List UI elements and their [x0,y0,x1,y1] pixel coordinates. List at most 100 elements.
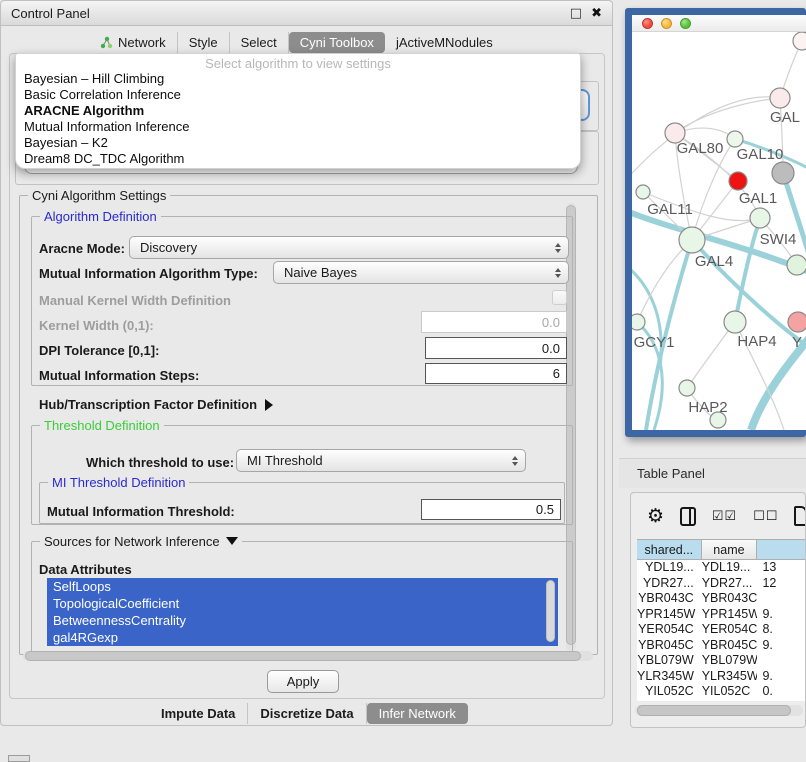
dropdown-item[interactable]: Basic Correlation Inference [16,87,580,103]
attributes-scrollbar[interactable] [546,580,555,642]
network-tab-icon [100,36,113,49]
close-icon[interactable]: ✖ [591,6,602,21]
dropdown-item[interactable]: Bayesian – K2 [16,135,580,151]
tab-select[interactable]: Select [230,32,289,53]
mi-threshold-input[interactable]: 0.5 [421,499,561,520]
network-node-swi4[interactable] [787,255,806,275]
dropdown-item[interactable]: Dream8 DC_TDC Algorithm [16,151,580,167]
table-row[interactable]: YER054CYER054C8. [637,622,806,638]
network-node-hap2[interactable] [679,380,695,396]
table-row[interactable]: YPR145WYPR145W9. [637,607,806,623]
node-label: SWI4 [760,231,797,248]
network-edge[interactable] [675,98,780,133]
table-row[interactable]: YBR045CYBR045C9. [637,638,806,654]
network-node-gal4[interactable] [679,227,705,253]
attribute-item[interactable]: SelfLoops [47,578,558,595]
data-attributes-list: SelfLoops TopologicalCoefficient Between… [47,578,558,646]
column-header[interactable]: shared... [637,540,702,559]
control-panel-window: Control Panel □ ✖ Network Style Select C… [0,0,613,726]
table-row[interactable]: YIL052CYIL052C0. [637,684,806,700]
network-node-gal[interactable] [770,88,790,108]
sources-title[interactable]: Sources for Network Inference [40,534,242,549]
control-panel-titlebar: Control Panel □ ✖ [1,1,612,26]
node-label: GAL80 [677,140,724,157]
node-label: GAL1 [739,190,777,207]
attribute-item[interactable]: gal4RGexp [47,629,558,646]
tab-jactivemnodules[interactable]: jActiveMNodules [385,32,504,53]
table-row[interactable]: YBR043CYBR043C [637,591,806,607]
manual-kernel-width-checkbox[interactable] [552,290,567,305]
gear-icon[interactable]: ⚙ [647,507,664,526]
collapsed-panel-handle[interactable] [8,755,30,762]
node-label: GAL11 [647,201,693,218]
node-label: GAL10 [737,146,784,163]
table-row[interactable]: YDR27...YDR27...12 [637,576,806,592]
tab-impute-data[interactable]: Impute Data [149,703,248,724]
which-threshold-label: Which threshold to use: [86,455,234,470]
deselect-all-checkboxes-icon[interactable]: ☐☐ [753,509,778,524]
node-table: shared... name YDL19...YDL19...13 YDR27.… [637,539,806,701]
table-row[interactable]: YBL079WYBL079W [637,653,806,669]
table-row[interactable]: YLR345WYLR345W9. [637,669,806,685]
network-edge[interactable] [637,240,692,322]
tab-network-label: Network [118,35,166,50]
network-node[interactable] [772,162,794,184]
algorithm-definition-title: Algorithm Definition [40,209,161,224]
mi-steps-input[interactable]: 6 [425,363,567,384]
network-node[interactable] [729,172,747,190]
network-node[interactable] [793,32,806,50]
float-window-icon[interactable]: □ [570,6,582,21]
tab-network[interactable]: Network [89,32,178,53]
attribute-item[interactable]: BetweennessCentrality [47,612,558,629]
mi-threshold-label: Mutual Information Threshold: [47,504,235,519]
kernel-width-input[interactable]: 0.0 [421,311,567,333]
table-panel-titlebar: Table Panel [619,458,806,488]
combo-spinner-icon [512,456,518,466]
column-header[interactable]: name [702,540,758,559]
dropdown-item[interactable]: Bayesian – Hill Climbing [16,71,580,87]
tab-style[interactable]: Style [178,32,230,53]
kernel-width-label: Kernel Width (0,1): [39,318,154,333]
table-toolbar: ⚙ ☑☑ ☐☐ [631,499,806,533]
columns-icon[interactable] [680,507,696,526]
export-table-icon[interactable] [794,506,806,526]
network-graph[interactable]: GALGAL80GAL10GAL1GAL11GAL4SWI4GCY1HAP4YH… [632,32,806,430]
network-node-gal11[interactable] [636,185,650,199]
apply-button[interactable]: Apply [267,670,339,693]
collapse-arrow-icon [226,537,238,545]
network-node-gal1[interactable] [750,208,770,228]
column-header[interactable] [757,540,806,559]
table-row[interactable]: YDL19...YDL19...13 [637,560,806,576]
tab-discretize-data[interactable]: Discretize Data [248,703,366,724]
attribute-item[interactable]: TopologicalCoefficient [47,595,558,612]
node-label: GAL [770,109,800,126]
which-threshold-select[interactable]: MI Threshold [236,449,526,472]
select-all-checkboxes-icon[interactable]: ☑☑ [712,509,737,524]
aracne-mode-label: Aracne Mode: [39,241,125,256]
network-node-gal10[interactable] [727,131,743,147]
bottom-tab-bar: Impute Data Discretize Data Infer Networ… [149,702,468,724]
network-node[interactable] [710,412,726,428]
mi-algorithm-type-select[interactable]: Naive Bayes [273,261,569,284]
aracne-mode-select[interactable]: Discovery [129,236,569,259]
network-node-y[interactable] [788,312,806,332]
table-horizontal-scrollbar[interactable] [635,705,803,716]
node-label: HAP4 [737,333,776,350]
table-panel-title: Table Panel [637,466,705,481]
node-label: Y [792,334,802,351]
dpi-tolerance-input[interactable]: 0.0 [425,337,567,359]
close-traffic-light[interactable] [642,18,653,29]
tab-infer-network[interactable]: Infer Network [367,703,468,724]
dropdown-item[interactable]: Mutual Information Inference [16,119,580,135]
dropdown-item-aracne[interactable]: ARACNE Algorithm [16,103,580,119]
network-node-gcy1[interactable] [632,314,645,330]
network-node-hap4[interactable] [724,311,746,333]
minimize-traffic-light[interactable] [661,18,672,29]
node-label: GAL4 [695,253,733,270]
zoom-traffic-light[interactable] [680,18,691,29]
hub-tf-definition-toggle[interactable]: Hub/Transcription Factor Definition [39,397,273,412]
network-edge[interactable] [687,322,735,388]
tab-cyni-toolbox[interactable]: Cyni Toolbox [289,32,385,53]
settings-horizontal-scrollbar[interactable] [23,651,593,661]
threshold-definition-title: Threshold Definition [40,418,164,433]
